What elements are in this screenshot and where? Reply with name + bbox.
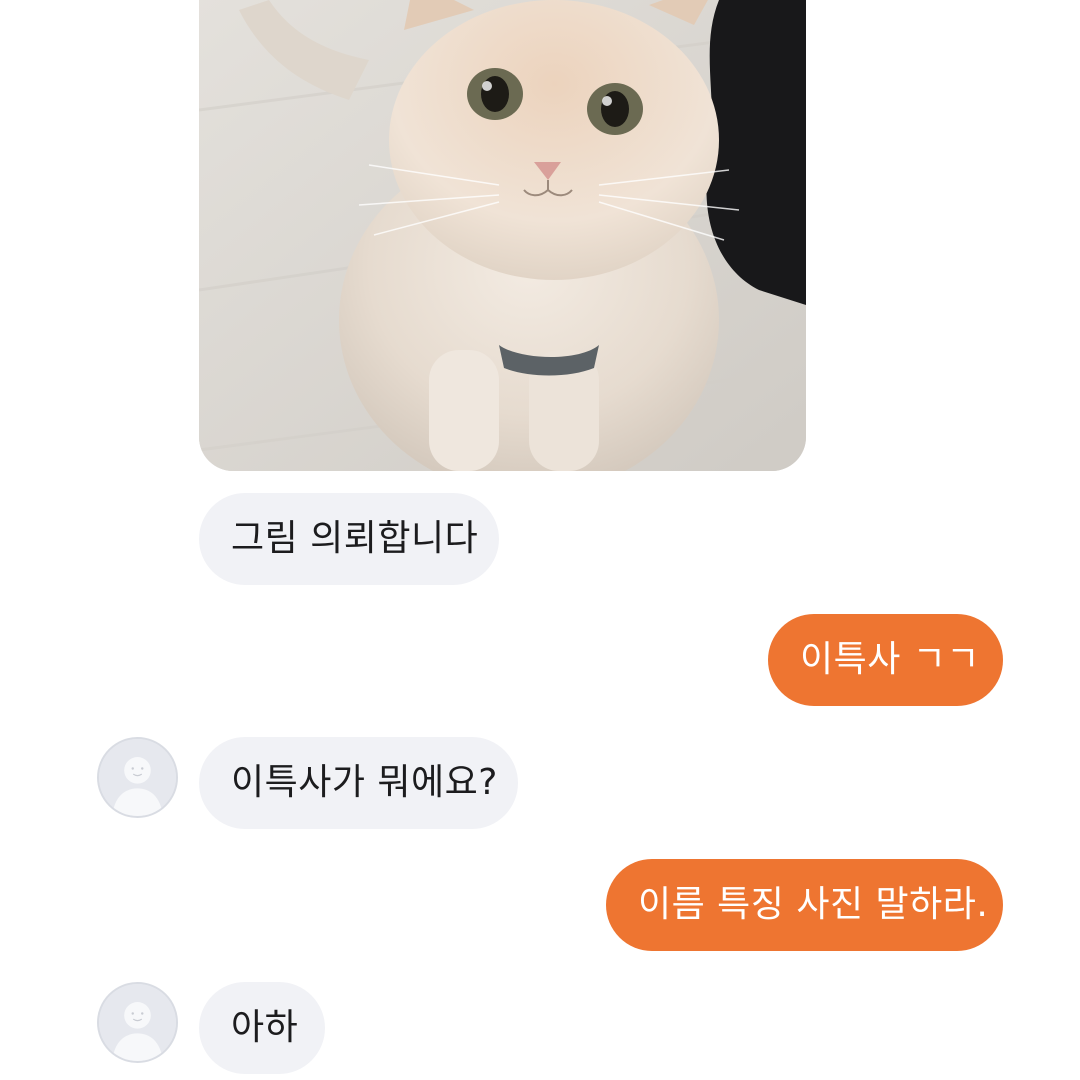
message-text: 그림 의뢰합니다 [231,518,479,559]
chat-thread: 그림 의뢰합니다 이특사 ㄱㄱ 이특사가 뭐에요? 이름 특징 사진 말하라. [0,0,1080,1080]
message-bubble-outgoing[interactable]: 이특사 ㄱㄱ [768,614,1003,706]
message-text: 이특사 ㄱㄱ [800,639,981,680]
message-bubble-incoming[interactable]: 아하 [199,982,325,1074]
message-text: 이름 특징 사진 말하라. [638,884,989,925]
message-bubble-incoming[interactable]: 그림 의뢰합니다 [199,493,499,585]
message-text: 아하 [231,1007,299,1048]
default-user-avatar-icon[interactable] [97,982,178,1063]
cat-photo [199,0,806,471]
default-user-avatar-icon[interactable] [97,737,178,818]
photo-message[interactable] [199,0,806,471]
message-bubble-outgoing[interactable]: 이름 특징 사진 말하라. [606,859,1003,951]
message-bubble-incoming[interactable]: 이특사가 뭐에요? [199,737,518,829]
message-text: 이특사가 뭐에요? [231,762,498,803]
